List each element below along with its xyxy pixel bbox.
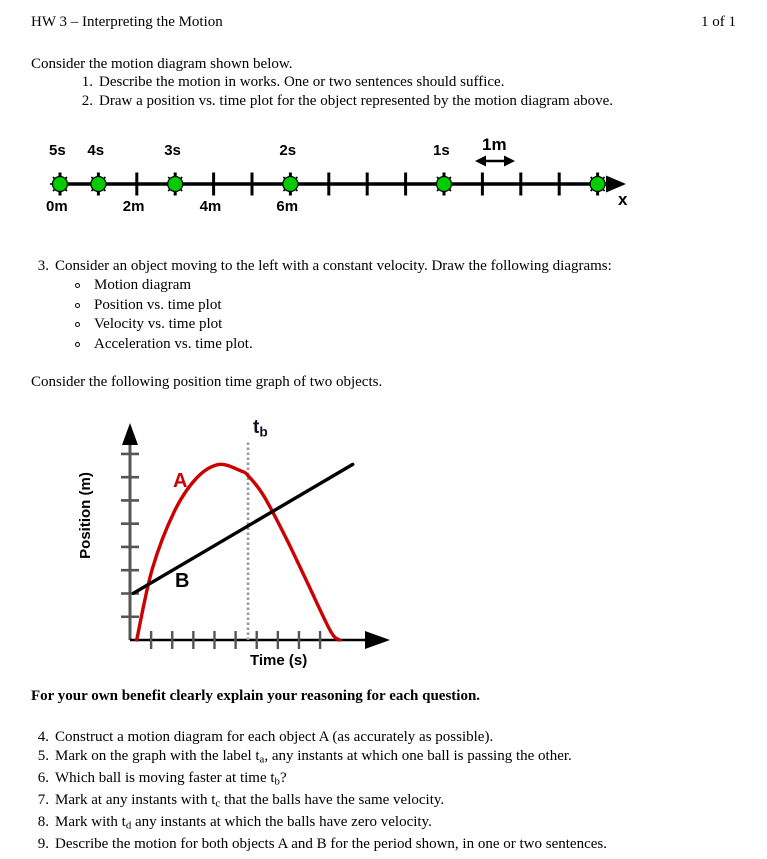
list-item: 7. Mark at any instants with tc that the … xyxy=(31,791,607,813)
list-item-number: 7. xyxy=(37,791,49,808)
page-header: HW 3 – Interpreting the Motion 1 of 1 xyxy=(31,14,736,34)
list-item-text: Motion diagram xyxy=(94,277,192,293)
list-item: 9. Describe the motion for both objects A… xyxy=(31,835,607,854)
motion-distance-label: 6m xyxy=(276,198,299,215)
motion-time-label: 2s xyxy=(279,142,297,159)
list-item: 6. Which ball is moving faster at time tb… xyxy=(31,769,607,791)
y-axis-arrowhead xyxy=(122,423,138,445)
intro-line: Consider the motion diagram shown below. xyxy=(31,56,293,72)
list-item: Velocity vs. time plot xyxy=(72,315,253,335)
page-title: HW 3 – Interpreting the Motion xyxy=(31,14,223,30)
list-item-text: Mark at any instants with tc that the ba… xyxy=(55,791,445,810)
motion-dot xyxy=(280,174,301,194)
list-item-number: 8. xyxy=(37,814,49,831)
list-item-text: Position vs. time plot xyxy=(94,296,222,313)
x-axis-label: Time (s) xyxy=(250,652,308,669)
list-item-number: 5. xyxy=(37,747,49,764)
list-item-number: 3. xyxy=(37,258,49,274)
list-item: 1. Describe the motion in works. One or t… xyxy=(75,73,613,92)
motion-dot xyxy=(50,174,70,194)
graph-intro-line: Consider the following position time gra… xyxy=(31,374,383,390)
list-item-text: Acceleration vs. time plot. xyxy=(94,335,253,352)
list-item: Position vs. time plot xyxy=(72,296,253,316)
series-a-label: A xyxy=(173,470,188,492)
scale-arrow-icon xyxy=(475,155,515,167)
list-item-text: Mark with td any instants at which the b… xyxy=(55,814,432,832)
list-item-number: 1. xyxy=(81,74,93,90)
series-b-label: B xyxy=(175,570,190,592)
motion-time-label: 3s xyxy=(164,142,181,159)
list-item-text: Velocity vs. time plot xyxy=(94,316,223,332)
motion-time-label: 1s xyxy=(433,142,450,159)
list-item-number: 6. xyxy=(37,769,49,786)
list-item: Motion diagram xyxy=(72,276,253,296)
list-item: 8. Mark with td any instants at which the… xyxy=(31,813,607,835)
list-item-number: 9. xyxy=(37,836,49,853)
question3-list: 3. Consider an object moving to the left … xyxy=(31,257,612,276)
list-item-number: 4. xyxy=(37,729,49,745)
motion-diagram: 5s 4s 3s 2s 1s 0m 2m 4m 6m 1m x xyxy=(0,130,700,230)
list-item-text: Construct a motion diagram for each obje… xyxy=(55,729,494,745)
motion-scale-label: 1m xyxy=(482,135,507,154)
motion-diagram-svg xyxy=(50,155,626,196)
list-item: 3. Consider an object moving to the left … xyxy=(31,257,612,276)
circle-bullet-icon xyxy=(75,322,80,327)
motion-axis-label: x xyxy=(618,190,628,209)
list-item-text: Consider an object moving to the left wi… xyxy=(55,258,612,274)
list-item-text: Draw a position vs. time plot for the ob… xyxy=(99,92,614,109)
motion-distance-label: 2m xyxy=(122,198,145,215)
circle-bullet-icon xyxy=(75,341,80,347)
list-item-text: Mark on the graph with the label ta, any… xyxy=(55,747,572,766)
motion-dot xyxy=(88,174,109,194)
top-question-list: 1. Describe the motion in works. One or t… xyxy=(75,73,613,110)
x-axis-arrowhead xyxy=(365,631,390,649)
list-item-text: Describe the motion in works. One or two… xyxy=(99,74,505,90)
list-item-text: Describe the motion for both objects A a… xyxy=(55,836,607,853)
motion-time-label: 5s xyxy=(49,142,66,159)
page-indicator: 1 of 1 xyxy=(701,14,736,30)
position-time-chart-svg xyxy=(121,423,390,649)
circle-bullet-icon xyxy=(75,302,80,308)
list-item-text: Which ball is moving faster at time tb? xyxy=(55,769,287,788)
tb-annotation-label: tb xyxy=(253,417,268,440)
motion-distance-label: 0m xyxy=(46,198,68,215)
motion-dot xyxy=(587,174,608,194)
circle-bullet-icon xyxy=(75,283,80,288)
list-item: 4. Construct a motion diagram for each ob… xyxy=(31,728,607,747)
motion-distance-label: 4m xyxy=(199,198,222,215)
motion-dot xyxy=(165,174,186,194)
bottom-question-list: 4. Construct a motion diagram for each ob… xyxy=(31,728,607,854)
position-time-graph: Position (m) Time (s) A B tb xyxy=(60,415,460,680)
list-item: Acceleration vs. time plot. xyxy=(72,335,253,355)
y-axis-label: Position (m) xyxy=(76,472,94,559)
list-item: 2. Draw a position vs. time plot for the … xyxy=(75,92,613,111)
list-item-number: 2. xyxy=(81,92,93,109)
benefit-note: For your own benefit clearly explain you… xyxy=(31,688,481,704)
question3-bullets: Motion diagram Position vs. time plot Ve… xyxy=(72,276,253,354)
motion-time-label: 4s xyxy=(87,142,105,159)
list-item: 5. Mark on the graph with the label ta, a… xyxy=(31,747,607,769)
motion-dot xyxy=(434,174,454,194)
